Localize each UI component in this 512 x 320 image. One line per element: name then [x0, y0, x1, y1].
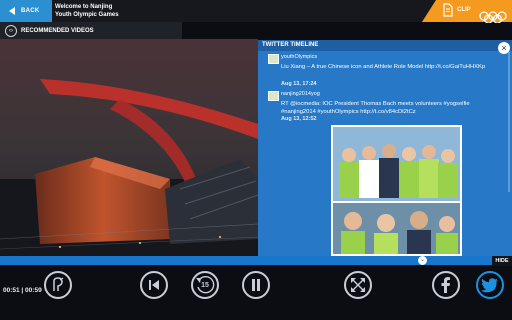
tweet-text: Liu Xiang – A true Chinese icon and Athl…: [281, 64, 486, 70]
tweet-item[interactable]: youthOlympics Liu Xiang – A true Chinese…: [268, 54, 502, 90]
hide-button[interactable]: HIDE: [492, 256, 512, 266]
recommended-videos-label: RECOMMENDED VIDEOS: [21, 27, 94, 34]
rewind-seconds: 15: [201, 281, 209, 289]
video-player[interactable]: [0, 39, 258, 256]
facebook-share-button[interactable]: [432, 271, 460, 299]
tweet-time: Aug 13, 17:24: [281, 81, 317, 87]
clip-icon: [443, 3, 453, 17]
audio-ear-icon: [53, 277, 64, 291]
top-bar: BACK Welcome to Nanjing Youth Olympic Ga…: [0, 0, 512, 23]
tweet-item[interactable]: nanjing2014yog RT @iocmedia: IOC Preside…: [268, 91, 502, 127]
clip-label: CLIP: [457, 7, 471, 13]
twitter-timeline-panel: TWITTER TIMELINE × youthOlympics Liu Xia…: [258, 40, 512, 256]
rewind-15-button[interactable]: 15: [191, 271, 219, 299]
fullscreen-icon: [351, 278, 365, 292]
player-controls: 00:51 | 00:59 15: [0, 266, 512, 320]
scrollbar[interactable]: [508, 52, 510, 192]
title-line-2: Youth Olympic Games: [55, 12, 119, 18]
twitter-share-button[interactable]: [476, 271, 504, 299]
fullscreen-button[interactable]: [344, 271, 372, 299]
progress-strip[interactable]: [0, 256, 512, 265]
back-button[interactable]: BACK: [0, 0, 52, 22]
page-title: Welcome to Nanjing Youth Olympic Games: [55, 3, 119, 19]
avatar: [268, 91, 279, 101]
chevron-down-icon[interactable]: ⌄: [418, 256, 427, 265]
time-display: 00:51 | 00:59: [3, 287, 42, 294]
tweet-time: Aug 13, 12:52: [281, 116, 317, 122]
pause-icon: [252, 279, 260, 291]
clip-button[interactable]: CLIP: [422, 0, 512, 23]
tweet-user: nanjing2014yog: [281, 91, 320, 97]
back-label: BACK: [21, 8, 40, 14]
clip-notch: [422, 0, 436, 22]
skip-back-button[interactable]: [140, 271, 168, 299]
tweet-photo[interactable]: [331, 125, 462, 256]
recommended-videos-bar[interactable]: ‹› RECOMMENDED VIDEOS: [0, 22, 182, 39]
audio-description-button[interactable]: [44, 271, 72, 299]
twitter-timeline-header: TWITTER TIMELINE: [258, 40, 512, 51]
title-line-1: Welcome to Nanjing: [55, 4, 113, 10]
olympic-rings-icon: [479, 11, 507, 23]
tweet-user: youthOlympics: [281, 54, 318, 60]
tweet-text: RT @iocmedia: IOC President Thomas Bach …: [281, 101, 470, 115]
skip-back-icon: [149, 280, 159, 290]
carousel-arrows-icon: ‹›: [5, 24, 17, 37]
video-frame-image: [0, 39, 258, 256]
twitter-bird-icon: [481, 277, 498, 292]
back-arrow-icon: [9, 7, 15, 15]
facebook-icon: [441, 277, 450, 293]
pause-button[interactable]: [242, 271, 270, 299]
avatar: [268, 54, 279, 64]
